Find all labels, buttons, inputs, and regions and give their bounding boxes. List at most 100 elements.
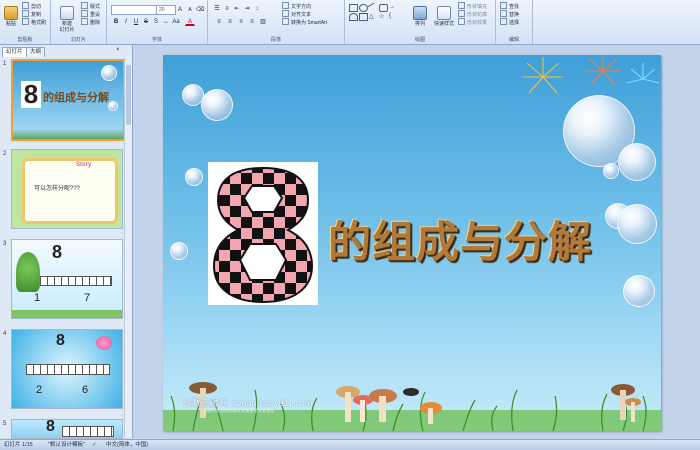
tab-slides[interactable]: 幻灯片 <box>2 47 27 57</box>
bubble <box>101 65 117 81</box>
slide-canvas[interactable]: 的组成与分解 幼教资源网 ziyuan.baby611.com 本课件由 幼教资… <box>163 55 661 431</box>
arc-icon[interactable] <box>349 13 358 21</box>
bubble <box>108 101 118 111</box>
thumb-right-number: 7 <box>84 292 91 304</box>
thumbnail-slide-1[interactable]: 8 的组成与分解 <box>11 59 125 141</box>
drawing-group-label: 绘图 <box>414 37 425 43</box>
align-left-icon[interactable]: ≡ <box>214 17 224 27</box>
thumb-row <box>40 276 112 286</box>
thumbnail-slide-2[interactable]: 可以怎样分呢??? Story <box>11 149 123 229</box>
paragraph-group-label: 段落 <box>270 37 281 43</box>
smartart-button[interactable]: 转换为 SmartArt <box>282 18 327 27</box>
align-text-icon <box>282 10 289 17</box>
bubble <box>618 143 656 181</box>
shape-effects-button[interactable]: 形状效果 <box>458 18 487 27</box>
thumb-tree <box>16 252 40 292</box>
thumb-top-number: 8 <box>56 332 65 349</box>
thumbnail-slide-4[interactable]: 8 2 6 <box>11 329 123 409</box>
oval-icon[interactable] <box>359 4 368 12</box>
close-panel-icon[interactable]: × <box>116 47 120 53</box>
clear-format-icon[interactable]: ⌫ <box>195 5 205 15</box>
line-spacing-icon[interactable]: ↕ <box>252 4 262 14</box>
decrease-indent-icon[interactable]: ⇤ <box>232 4 242 14</box>
reset-icon <box>81 10 88 17</box>
bullets-icon[interactable]: ☰ <box>212 4 222 14</box>
justify-icon[interactable]: ≡ <box>247 17 257 27</box>
textbox-icon[interactable] <box>359 13 368 21</box>
tab-outline[interactable]: 大纲 <box>26 47 46 57</box>
smartart-icon <box>282 18 289 25</box>
bubble <box>623 275 655 307</box>
font-group-label: 字体 <box>151 37 162 43</box>
font-color-button[interactable]: A <box>185 17 195 26</box>
replace-icon <box>500 10 507 17</box>
arrow-icon[interactable]: → <box>389 4 396 10</box>
strikethrough-button[interactable]: S <box>141 17 151 27</box>
slides-group-label: 幻灯片 <box>70 37 86 43</box>
thumbnail-slide-5[interactable]: 8 <box>11 419 123 439</box>
effects-icon <box>458 18 465 25</box>
delete-slide-button[interactable]: 删除 <box>81 18 100 27</box>
numbering-icon[interactable]: ≡ <box>222 4 232 14</box>
shrink-font-button[interactable]: A <box>185 5 195 15</box>
font-name-field[interactable] <box>111 5 157 15</box>
binoculars-icon <box>500 2 507 9</box>
select-button[interactable]: 选择 <box>500 18 519 27</box>
thumb-row <box>62 426 114 437</box>
shadow-button[interactable]: S <box>151 17 161 27</box>
thumb-question: 可以怎样分呢??? <box>34 186 81 192</box>
thumb-number: 2 <box>3 151 7 157</box>
rounded-rect-icon[interactable] <box>379 4 388 12</box>
new-slide-button[interactable]: 新建 幻灯片 <box>57 4 77 33</box>
change-case-icon[interactable]: Aa <box>171 17 181 27</box>
brace-icon[interactable]: { <box>389 13 396 19</box>
clipboard-group: 粘贴 剪切 复制 格式刷 剪贴板 <box>0 0 51 44</box>
thumb-top-number: 8 <box>52 242 63 262</box>
underline-button[interactable]: U <box>131 17 141 27</box>
delete-icon <box>81 18 88 25</box>
columns-icon[interactable]: ▥ <box>258 17 268 27</box>
grow-font-button[interactable]: A <box>175 5 185 15</box>
thumb-number: 1 <box>3 61 7 67</box>
thumb-flower <box>96 336 112 350</box>
star-icon[interactable]: ☆ <box>379 13 386 20</box>
increase-indent-icon[interactable]: ⇥ <box>242 4 252 14</box>
char-spacing-icon[interactable]: ↔ <box>161 17 171 27</box>
thumb-top-number: 8 <box>46 419 55 435</box>
bubble <box>170 242 188 260</box>
format-painter-button[interactable]: 格式刷 <box>22 18 46 27</box>
font-size-field[interactable]: 20 <box>156 5 176 15</box>
clipboard-group-label: 剪贴板 <box>17 37 33 43</box>
scrollbar-thumb[interactable] <box>126 65 131 125</box>
ribbon: 粘贴 剪切 复制 格式刷 剪贴板 新建 幻灯片 版式 重设 删除 幻灯片 20 … <box>0 0 700 45</box>
bubble <box>617 204 657 244</box>
thumb-story-label: Story <box>76 162 92 168</box>
digit-eight-image[interactable] <box>208 162 318 305</box>
triangle-icon[interactable]: △ <box>369 13 376 20</box>
thumb-row <box>26 364 110 375</box>
watermark-subtext: 本课件由 幼教资源网 收集整理 欢迎使用 <box>203 408 275 413</box>
cursor-icon <box>500 18 507 25</box>
quick-styles-icon <box>437 6 451 20</box>
outline-icon <box>458 10 465 17</box>
italic-button[interactable]: I <box>121 17 131 27</box>
panel-scrollbar[interactable] <box>124 57 132 437</box>
editing-group-label: 编辑 <box>508 37 519 43</box>
paste-button[interactable]: 粘贴 <box>3 4 19 32</box>
thumb-grass <box>13 129 123 139</box>
thumb-right-number: 6 <box>82 384 89 396</box>
thumbnail-slide-3[interactable]: 8 1 7 <box>11 239 123 319</box>
editing-group: 查找 替换 选择 编辑 <box>496 0 533 44</box>
line-icon[interactable] <box>367 2 378 13</box>
bold-button[interactable]: B <box>111 17 121 27</box>
rectangle-icon[interactable] <box>349 4 358 12</box>
arrange-button[interactable]: 排列 <box>411 4 429 32</box>
align-right-icon[interactable]: ≡ <box>236 17 246 27</box>
thumb-grass <box>12 310 122 318</box>
slides-group: 新建 幻灯片 版式 重设 删除 幻灯片 <box>51 0 107 44</box>
align-center-icon[interactable]: ≡ <box>225 17 235 27</box>
slide-title[interactable]: 的组成与分解 <box>328 208 592 270</box>
thumb-number: 4 <box>3 331 7 337</box>
quick-styles-button[interactable]: 快速样式 <box>432 4 456 32</box>
brush-icon <box>22 18 29 25</box>
